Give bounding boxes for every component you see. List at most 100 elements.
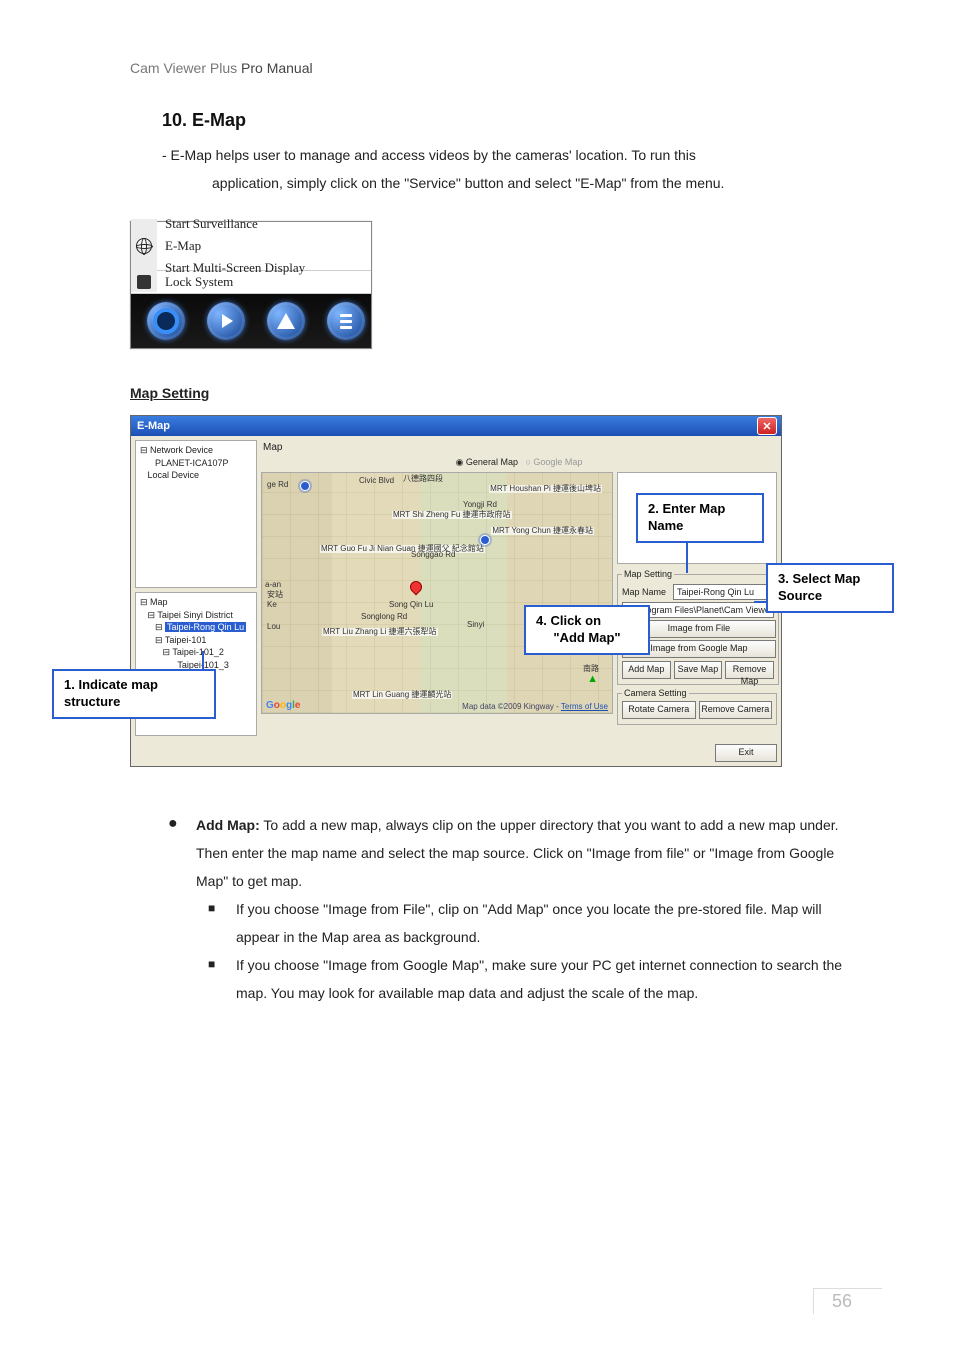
tree-map-root[interactable]: ⊟ Map [140, 596, 252, 609]
camera-icon: ▲ [587, 673, 598, 685]
mrt-label: MRT Yong Chun 捷運永春站 [491, 527, 594, 535]
header-suffix: Pro Manual [241, 60, 313, 76]
map-canvas[interactable]: MRT Shi Zheng Fu 捷運市政府站 MRT Houshan Pi 捷… [261, 472, 613, 714]
menu-lock-system[interactable]: Lock System [157, 271, 371, 293]
road-label: Ke [266, 601, 278, 609]
save-map-button[interactable]: Save Map [674, 661, 723, 679]
toolbar-alert-button[interactable] [267, 302, 305, 340]
tree-network-device[interactable]: ⊟ Network Device [140, 444, 252, 457]
play-icon [222, 314, 233, 328]
camset-legend: Camera Setting [622, 688, 689, 698]
add-map-button[interactable]: Add Map [622, 661, 671, 679]
globe-icon [136, 238, 152, 254]
road-label: 八德路四段 [402, 475, 444, 483]
context-iconcol [131, 272, 157, 292]
callout-3: 3. Select Map Source [766, 563, 894, 613]
intro-line1: - E-Map helps user to manage and access … [162, 141, 864, 169]
menu-emap[interactable]: E-Map [157, 235, 371, 257]
lock-icon [137, 275, 151, 289]
road-label: Yongji Rd [462, 501, 498, 509]
sub1-text: If you choose "Image from File", clip on… [236, 895, 864, 951]
callout-1: 1. Indicate map structure [52, 669, 216, 719]
road-label: Lou [266, 623, 281, 631]
map-pin-icon [408, 579, 425, 596]
road-label: 安站 [266, 591, 284, 599]
bullet-icon: ● [168, 811, 196, 895]
mrt-label: MRT Liu Zhang Li 捷運六張犁站 [322, 628, 438, 636]
body-bullets: ● Add Map: To add a new map, always clip… [168, 811, 864, 1007]
tree-local-device[interactable]: Local Device [140, 469, 252, 482]
close-icon: ✕ [762, 420, 771, 433]
bullet-addmap: ● Add Map: To add a new map, always clip… [168, 811, 864, 895]
menu-start-surveillance[interactable]: Start Surveillance [157, 213, 371, 235]
menu-icon [340, 314, 352, 329]
road-label: Songgao Rd [410, 551, 456, 559]
road-label: ge Rd [266, 481, 289, 489]
mrt-label: MRT Houshan Pi 捷運後山埤站 [489, 485, 602, 493]
close-button[interactable]: ✕ [757, 417, 777, 435]
map-group-label: Map [263, 442, 777, 453]
emap-titlebar: E-Map ✕ [131, 416, 781, 436]
tree-map-selected[interactable]: ⊟ Taipei-Rong Qin Lu [140, 621, 252, 634]
context-menu-group1: Start Surveillance E-Map Start Multi-Scr… [131, 222, 371, 271]
toolbar-play-button[interactable] [207, 302, 245, 340]
road-label: Songlong Rd [360, 613, 408, 621]
context-iconcol [131, 219, 157, 273]
map-setting-heading: Map Setting [130, 385, 864, 401]
mrt-label: MRT Shi Zheng Fu 捷運市政府站 [392, 511, 512, 519]
road-label: Sinyi [466, 621, 485, 629]
emap-dialog: E-Map ✕ ⊟ Network Device PLANET-ICA107P … [130, 415, 782, 767]
intro-paragraph: - E-Map helps user to manage and access … [162, 141, 864, 197]
mrt-label: MRT Lin Guang 捷運麟光站 [352, 691, 452, 699]
google-logo: Google [266, 700, 300, 711]
road-label: 南路 [582, 665, 600, 673]
callout-4: 4. Click on "Add Map" [524, 605, 650, 655]
sub-bullet-2: ■ If you choose "Image from Google Map",… [208, 951, 864, 1007]
remove-camera-button[interactable]: Remove Camera [699, 701, 773, 719]
page-number: 56 [813, 1288, 882, 1314]
toolbar-menu-button[interactable] [327, 302, 365, 340]
header-prefix: Cam Viewer Plus [130, 60, 241, 76]
mapsetting-legend: Map Setting [622, 569, 674, 579]
map-bluedot-icon [480, 535, 490, 545]
radio-google-map[interactable]: ○ Google Map [525, 457, 582, 467]
context-menu-group2: Lock System [131, 271, 371, 294]
tree-map-district[interactable]: ⊟ Taipei Sinyi District [140, 609, 252, 622]
section-title: 10. E-Map [162, 110, 864, 131]
road-label: a-an [264, 581, 282, 589]
sub-bullet-1: ■ If you choose "Image from File", clip … [208, 895, 864, 951]
context-menu-figure: Start Surveillance E-Map Start Multi-Scr… [130, 221, 864, 349]
terms-link[interactable]: Terms of Use [561, 702, 608, 711]
mrt-label: MRT Guo Fu Ji Nian Guan 捷運國父 紀念館站 [320, 545, 485, 553]
device-tree-panel[interactable]: ⊟ Network Device PLANET-ICA107P Local De… [135, 440, 257, 588]
toolbar-record-button[interactable] [147, 302, 185, 340]
toolbar-strip [131, 294, 371, 348]
exit-button[interactable]: Exit [715, 744, 777, 762]
emap-figure-container: E-Map ✕ ⊟ Network Device PLANET-ICA107P … [130, 415, 864, 775]
radio-general-map[interactable]: ◉ General Map [456, 457, 518, 467]
intro-line2: application, simply click on the "Servic… [212, 169, 864, 197]
emap-title: E-Map [137, 420, 170, 432]
map-bluedot-icon [300, 481, 310, 491]
warning-icon [277, 313, 295, 329]
remove-map-button[interactable]: Remove Map [725, 661, 774, 679]
callout-2: 2. Enter Map Name [636, 493, 764, 543]
camera-setting-group: Camera Setting Rotate Camera Remove Came… [617, 688, 777, 725]
mapname-label: Map Name [622, 587, 670, 597]
tree-device-item[interactable]: PLANET-ICA107P [140, 457, 252, 470]
map-type-radios: ◉ General Map ○ Google Map [261, 457, 777, 468]
sub2-text: If you choose "Image from Google Map", m… [236, 951, 864, 1007]
map-attribution: Map data ©2009 Kingway - Terms of Use [462, 702, 608, 711]
road-label: Civic Blvd [358, 477, 395, 485]
tree-map-101[interactable]: ⊟ Taipei-101 [140, 634, 252, 647]
record-icon [153, 308, 179, 334]
addmap-text: To add a new map, always clip on the upp… [196, 817, 839, 889]
page-header: Cam Viewer Plus Pro Manual [130, 60, 864, 76]
tree-map-101-2[interactable]: ⊟ Taipei-101_2 [140, 646, 252, 659]
square-bullet-icon: ■ [208, 895, 236, 951]
road-label: Song Qin Lu [388, 601, 434, 609]
square-bullet-icon: ■ [208, 951, 236, 1007]
rotate-camera-button[interactable]: Rotate Camera [622, 701, 696, 719]
addmap-label: Add Map: [196, 817, 260, 833]
mapname-input[interactable]: Taipei-Rong Qin Lu [673, 584, 774, 600]
